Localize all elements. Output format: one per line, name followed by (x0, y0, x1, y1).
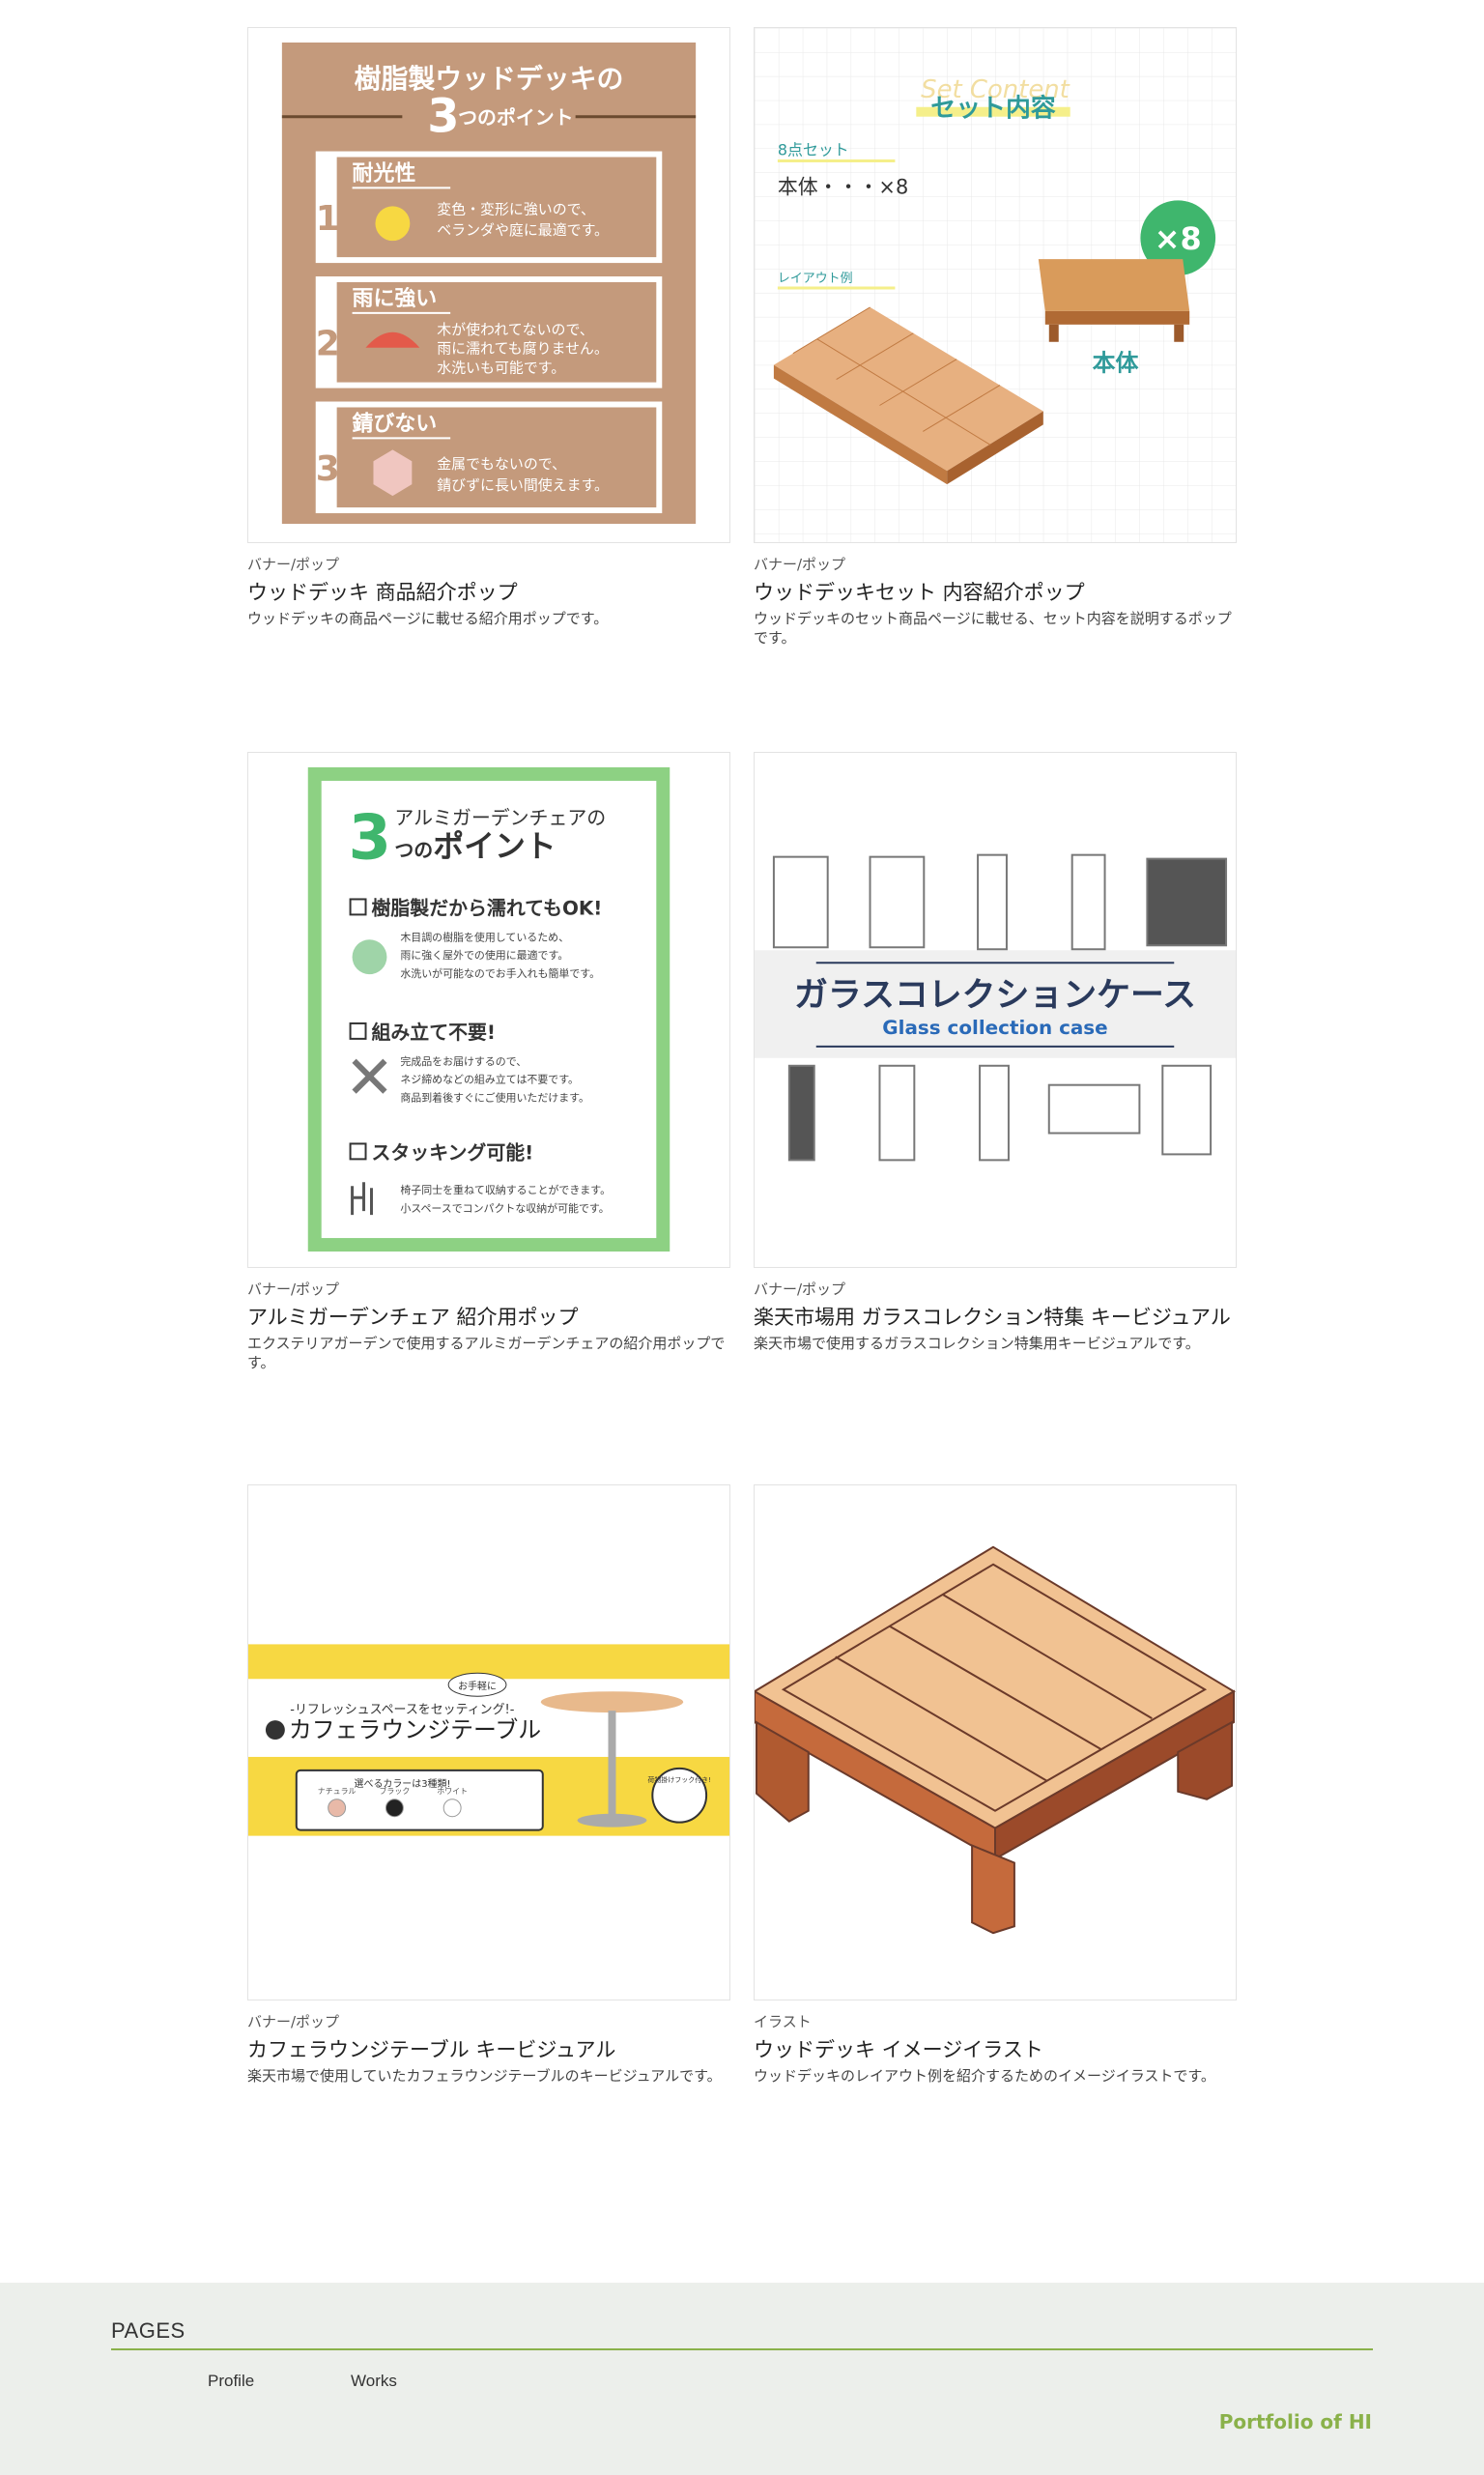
svg-text:雨に強い: 雨に強い (353, 286, 438, 311)
glass-collection-image: ガラスコレクションケース Glass collection case (755, 853, 1236, 1162)
work-card-glass-collection[interactable]: ガラスコレクションケース Glass collection case バナー/ポ… (754, 752, 1237, 1353)
svg-text:組み立て不要!: 組み立て不要! (371, 1021, 496, 1044)
svg-text:レイアウト例: レイアウト例 (778, 272, 853, 286)
footer-link-works[interactable]: Works (351, 2372, 397, 2391)
work-card-wood-deck-illust[interactable]: イラスト ウッドデッキ イメージイラスト ウッドデッキのレイアウト例を紹介するた… (754, 1484, 1237, 2086)
work-card-wood-deck-set[interactable]: Set Content セット内容 8点セット 本体・・・×8 レイアウト例 ×… (754, 27, 1237, 648)
work-thumbnail[interactable] (754, 1484, 1237, 2000)
wood-deck-illustration (755, 1545, 1236, 1935)
svg-text:金属でもないので、: 金属でもないので、 (437, 455, 566, 473)
svg-text:雨に強く屋外での使用に最適です。: 雨に強く屋外での使用に最適です。 (400, 948, 568, 962)
pop-heading-number: 3 (427, 91, 459, 144)
work-description: ウッドデッキのセット商品ページに載せる、セット内容を説明するポップです。 (754, 610, 1232, 647)
work-description: エクステリアガーデンで使用するアルミガーデンチェアの紹介用ポップです。 (247, 1335, 726, 1371)
point-1: 1 耐光性 変色・変形に強いので、 ベランダや庭に最適です。 (315, 151, 663, 264)
wood-deck-pop-image: 樹脂製ウッドデッキの 3 つのポイント 1 耐光性 変色・変形に強いので、 ベラ… (281, 43, 697, 525)
pop-heading-sub: つのポイント (458, 106, 573, 130)
work-card-garden-chair[interactable]: 3 アルミガーデンチェアの つの ポイント 樹脂製だから濡れてもOK! 木目調の… (247, 752, 730, 1372)
svg-text:ポイント: ポイント (433, 828, 556, 865)
cafe-table-image: -リフレッシュスペースをセッティング!- お手軽に カフェラウンジテーブル 選べ… (248, 1644, 729, 1836)
work-category: バナー/ポップ (247, 2013, 340, 2030)
svg-text:ブラック: ブラック (379, 1786, 410, 1796)
svg-text:雨に濡れても腐りません。: 雨に濡れても腐りません。 (437, 340, 609, 358)
svg-text:3: 3 (316, 449, 340, 489)
svg-text:小スペースでコンパクトな収納が可能です。: 小スペースでコンパクトな収納が可能です。 (400, 1201, 609, 1215)
work-thumbnail[interactable]: ガラスコレクションケース Glass collection case (754, 752, 1237, 1268)
point-3: 3 錆びない 金属でもないので、 錆びずに長い間使えます。 (315, 401, 663, 514)
work-thumbnail[interactable]: Set Content セット内容 8点セット 本体・・・×8 レイアウト例 ×… (754, 27, 1237, 543)
glass-cases-top (772, 853, 1228, 951)
work-description: ウッドデッキのレイアウト例を紹介するためのイメージイラストです。 (754, 2067, 1215, 2085)
svg-text:完成品をお届けするので、: 完成品をお届けするので、 (400, 1054, 527, 1068)
work-title[interactable]: ウッドデッキ 商品紹介ポップ (247, 578, 730, 607)
site-footer: PAGES Profile Works Portfolio of HI (0, 2283, 1484, 2475)
svg-text:ホワイト: ホワイト (437, 1787, 468, 1796)
svg-text:錆びずに長い間使えます。: 錆びずに長い間使えます。 (437, 476, 609, 494)
brand-logo[interactable]: Portfolio of HI (1219, 2410, 1372, 2433)
svg-text:水洗いも可能です。: 水洗いも可能です。 (437, 360, 565, 377)
svg-text:3: 3 (349, 803, 391, 875)
work-title[interactable]: 楽天市場用 ガラスコレクション特集 キービジュアル (754, 1303, 1237, 1332)
svg-text:樹脂製だから濡れてもOK!: 樹脂製だから濡れてもOK! (371, 896, 602, 919)
svg-text:8点セット: 8点セット (778, 141, 849, 159)
work-title[interactable]: ウッドデッキセット 内容紹介ポップ (754, 578, 1237, 607)
pages-heading: PAGES (111, 2318, 186, 2343)
work-thumbnail[interactable]: 3 アルミガーデンチェアの つの ポイント 樹脂製だから濡れてもOK! 木目調の… (247, 752, 730, 1268)
svg-text:ベランダや庭に最適です。: ベランダや庭に最適です。 (437, 221, 609, 239)
work-card-cafe-table[interactable]: -リフレッシュスペースをセッティング!- お手軽に カフェラウンジテーブル 選べ… (247, 1484, 730, 2086)
footer-link-profile[interactable]: Profile (208, 2372, 254, 2391)
svg-text:つの: つの (394, 840, 433, 862)
work-description: 楽天市場で使用するガラスコレクション特集用キービジュアルです。 (754, 1335, 1200, 1352)
svg-text:木目調の樹脂を使用しているため、: 木目調の樹脂を使用しているため、 (400, 930, 569, 943)
umbrella-icon (352, 939, 387, 975)
set-heading: セット内容 (930, 94, 1056, 124)
cafe-product-name: カフェラウンジテーブル (289, 1716, 541, 1743)
svg-text:木が使われてないので、: 木が使われてないので、 (437, 321, 594, 338)
garden-chair-pop-image: 3 アルミガーデンチェアの つの ポイント 樹脂製だから濡れてもOK! 木目調の… (307, 767, 671, 1252)
work-category: イラスト (754, 2013, 812, 2030)
svg-text:商品到着後すぐにご使用いただけます。: 商品到着後すぐにご使用いただけます。 (400, 1091, 589, 1105)
work-description: ウッドデッキの商品ページに載せる紹介用ポップです。 (247, 610, 609, 627)
wood-deck-set-image: Set Content セット内容 8点セット 本体・・・×8 レイアウト例 ×… (755, 28, 1236, 542)
pages-divider (111, 2348, 1373, 2350)
svg-text:ネジ締めなどの組み立ては不要です。: ネジ締めなどの組み立ては不要です。 (400, 1073, 579, 1086)
work-thumbnail[interactable]: -リフレッシュスペースをセッティング!- お手軽に カフェラウンジテーブル 選べ… (247, 1484, 730, 2000)
work-title[interactable]: ウッドデッキ イメージイラスト (754, 2035, 1237, 2064)
work-category: バナー/ポップ (247, 1281, 340, 1298)
work-card-wood-deck-pop[interactable]: 樹脂製ウッドデッキの 3 つのポイント 1 耐光性 変色・変形に強いので、 ベラ… (247, 27, 730, 628)
svg-text:スタッキング可能!: スタッキング可能! (371, 1140, 533, 1164)
work-category: バナー/ポップ (754, 556, 846, 573)
work-thumbnail[interactable]: 樹脂製ウッドデッキの 3 つのポイント 1 耐光性 変色・変形に強いので、 ベラ… (247, 27, 730, 543)
sun-icon (375, 206, 411, 242)
table-icon (265, 1720, 285, 1741)
svg-text:本体・・・×8: 本体・・・×8 (778, 175, 908, 198)
svg-text:水洗いが可能なのでお手入れも簡単です。: 水洗いが可能なのでお手入れも簡単です。 (400, 966, 600, 980)
glass-subtitle: Glass collection case (882, 1017, 1107, 1039)
point-2: 2 雨に強い 木が使われてないので、 雨に濡れても腐りません。 水洗いも可能です… (315, 276, 663, 389)
svg-text:×8: ×8 (1155, 220, 1202, 257)
work-title[interactable]: アルミガーデンチェア 紹介用ポップ (247, 1303, 730, 1332)
svg-text:2: 2 (316, 325, 340, 364)
svg-text:荷物掛けフック付き!: 荷物掛けフック付き! (647, 1775, 711, 1784)
svg-text:本体: 本体 (1093, 350, 1139, 377)
glass-title: ガラスコレクションケース (794, 976, 1196, 1015)
svg-text:-リフレッシュスペースをセッティング!-: -リフレッシュスペースをセッティング!- (290, 1703, 514, 1717)
work-category: バナー/ポップ (247, 556, 340, 573)
svg-text:1: 1 (316, 199, 340, 239)
glass-cases-bottom (787, 1064, 1213, 1162)
svg-text:ナチュラル: ナチュラル (318, 1787, 357, 1796)
work-description: 楽天市場で使用していたカフェラウンジテーブルのキービジュアルです。 (247, 2067, 722, 2085)
work-category: バナー/ポップ (754, 1281, 846, 1298)
svg-text:錆びない: 錆びない (353, 411, 438, 436)
svg-text:お手軽に: お手軽に (458, 1680, 497, 1692)
svg-text:椅子同士を重ねて収納することができます。: 椅子同士を重ねて収納することができます。 (400, 1183, 611, 1196)
pop-heading: 樹脂製ウッドデッキの (355, 63, 624, 95)
work-title[interactable]: カフェラウンジテーブル キービジュアル (247, 2035, 730, 2064)
svg-text:変色・変形に強いので、: 変色・変形に強いので、 (437, 200, 595, 217)
svg-text:アルミガーデンチェアの: アルミガーデンチェアの (394, 807, 606, 829)
svg-text:耐光性: 耐光性 (353, 161, 416, 186)
